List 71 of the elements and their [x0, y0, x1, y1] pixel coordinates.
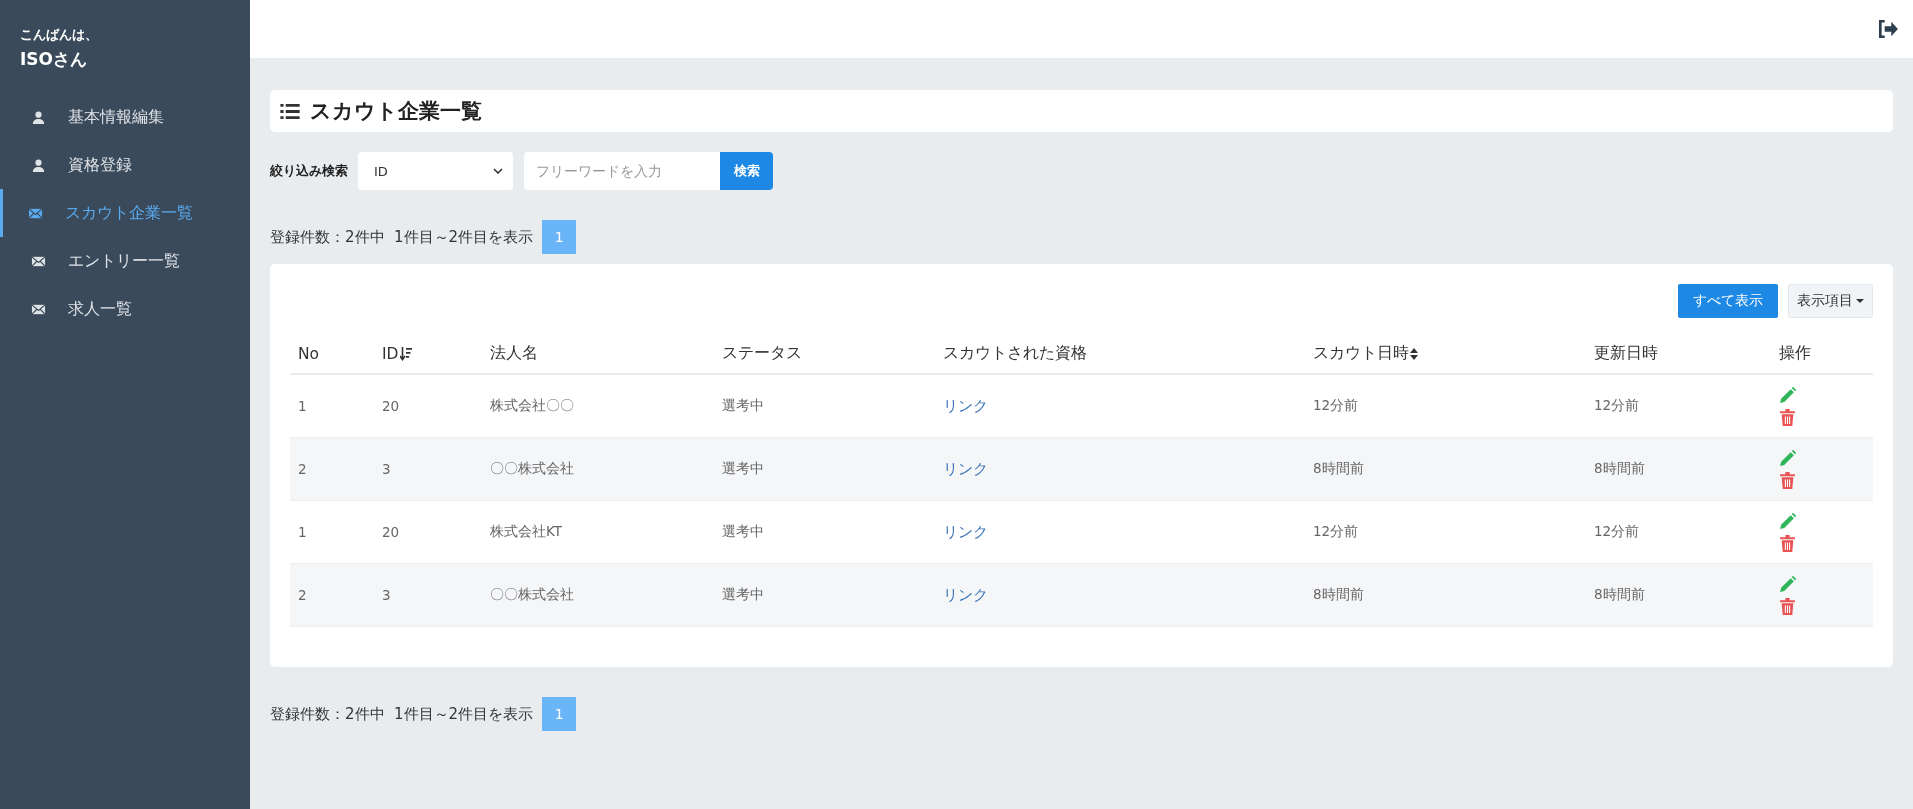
- chevron-down-icon: [493, 168, 503, 174]
- table-cell: 2: [290, 437, 374, 501]
- table-cell: 8時間前: [1586, 563, 1771, 627]
- table-cell: 〇〇株式会社: [482, 437, 714, 501]
- table-cell: 12分前: [1305, 500, 1586, 564]
- qualification-link[interactable]: リンク: [943, 522, 988, 541]
- table-cell: 3: [374, 563, 482, 627]
- delete-icon[interactable]: [1779, 408, 1796, 426]
- edit-icon[interactable]: [1779, 386, 1796, 404]
- page-title: スカウト企業一覧: [310, 98, 482, 125]
- user-icon: [31, 109, 46, 125]
- table-cell: 12分前: [1586, 500, 1771, 564]
- caret-icon: [1856, 299, 1864, 303]
- table-cell: 株式会社〇〇: [482, 374, 714, 438]
- delete-icon[interactable]: [1779, 597, 1796, 615]
- table-cell: 12分前: [1586, 374, 1771, 438]
- qualification-link[interactable]: リンク: [943, 459, 988, 478]
- column-header: スカウト日時: [1305, 334, 1586, 374]
- show-all-button[interactable]: すべて表示: [1678, 284, 1778, 318]
- column-header: 操作: [1771, 334, 1873, 374]
- table-cell: 選考中: [714, 437, 935, 501]
- sort-descending-icon[interactable]: [399, 346, 412, 361]
- edit-icon[interactable]: [1779, 575, 1796, 593]
- qualification-link[interactable]: リンク: [943, 396, 988, 415]
- sidebar-item[interactable]: エントリー一覧: [0, 237, 250, 285]
- table-cell: 選考中: [714, 500, 935, 564]
- column-header: ステータス: [714, 334, 935, 374]
- table-cell: 1: [290, 374, 374, 438]
- sidebar-item[interactable]: 資格登録: [0, 141, 250, 189]
- sidebar-item[interactable]: 求人一覧: [0, 285, 250, 333]
- sidebar-item[interactable]: スカウト企業一覧: [0, 189, 250, 237]
- table-cell: 8時間前: [1586, 437, 1771, 501]
- search-button[interactable]: 検索: [720, 152, 773, 190]
- envelope-icon: [31, 301, 46, 317]
- user-icon: [31, 157, 46, 173]
- column-header: ID: [374, 334, 482, 374]
- column-header: 法人名: [482, 334, 714, 374]
- table-cell: 8時間前: [1305, 437, 1586, 501]
- column-header: 更新日時: [1586, 334, 1771, 374]
- table-cell: 2: [290, 563, 374, 627]
- table-cell: 3: [374, 437, 482, 501]
- sort-icon[interactable]: [1410, 347, 1418, 360]
- logout-icon[interactable]: [1877, 19, 1899, 39]
- edit-icon[interactable]: [1779, 512, 1796, 530]
- envelope-icon: [31, 253, 46, 269]
- greeting-text: こんばんは、: [19, 26, 99, 44]
- delete-icon[interactable]: [1779, 534, 1796, 552]
- table-cell: 20: [374, 500, 482, 564]
- filter-dropdown[interactable]: ID: [358, 152, 513, 190]
- envelope-icon: [28, 205, 43, 221]
- table-cell: 選考中: [714, 374, 935, 438]
- edit-icon[interactable]: [1779, 449, 1796, 467]
- table-cell: 〇〇株式会社: [482, 563, 714, 627]
- table-cell: 選考中: [714, 563, 935, 627]
- sidebar-item[interactable]: 基本情報編集: [0, 93, 250, 141]
- table-cell: 1: [290, 500, 374, 564]
- list-icon: [280, 103, 300, 119]
- column-header: No: [290, 334, 374, 374]
- table-cell: 8時間前: [1305, 563, 1586, 627]
- user-name: ISOさん: [19, 48, 89, 71]
- table-cell: 20: [374, 374, 482, 438]
- columns-dropdown-button[interactable]: 表示項目: [1788, 284, 1873, 318]
- record-count-text: 登録件数：2件中 1件目～2件目を表示: [270, 227, 534, 247]
- filter-label: 絞り込み検索: [270, 162, 348, 180]
- table-cell: 12分前: [1305, 374, 1586, 438]
- record-count-text: 登録件数：2件中 1件目～2件目を表示: [270, 704, 534, 724]
- qualification-link[interactable]: リンク: [943, 585, 988, 604]
- keyword-field[interactable]: フリーワードを入力: [524, 152, 720, 190]
- column-header: スカウトされた資格: [935, 334, 1305, 374]
- delete-icon[interactable]: [1779, 471, 1796, 489]
- table-cell: 株式会社KT: [482, 500, 714, 564]
